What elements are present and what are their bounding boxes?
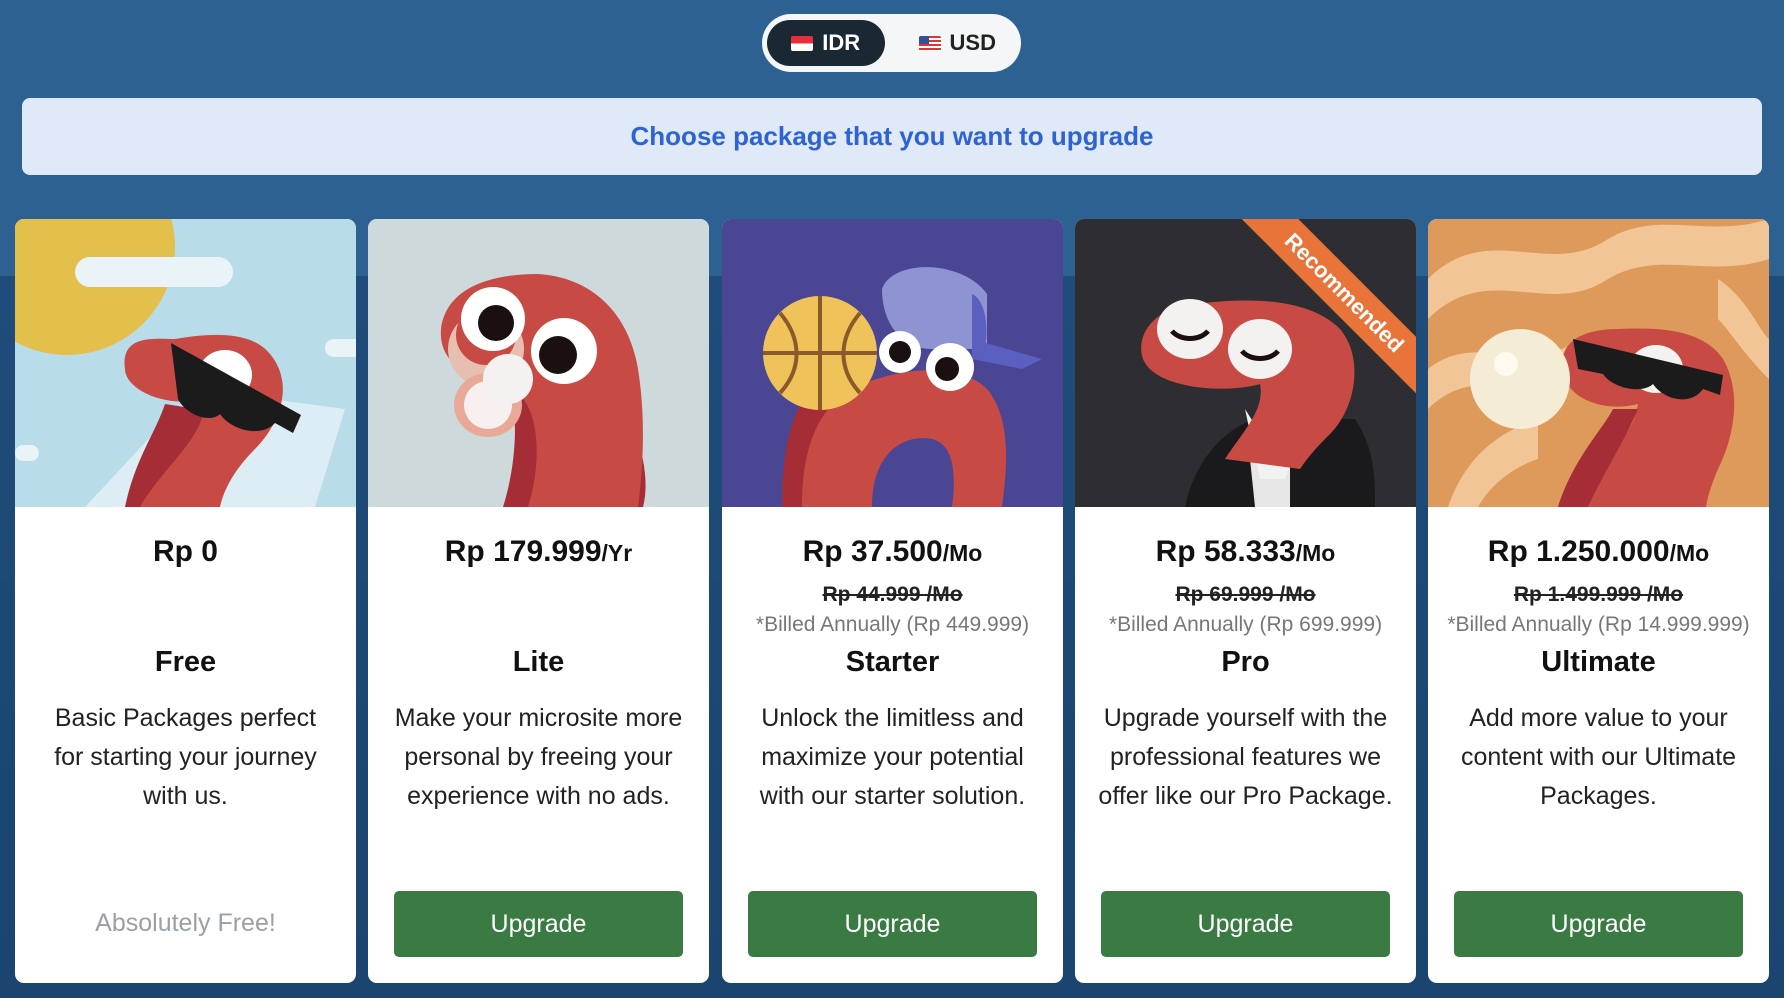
- plan-description: Unlock the limitless and maximize your p…: [759, 704, 1026, 810]
- plan-cards: Rp 0 Free Basic Packages perfect for sta…: [15, 219, 1769, 983]
- price-amount: Rp 1.250.000: [1487, 535, 1670, 568]
- price-unit: /Mo: [942, 540, 983, 566]
- free-note: Absolutely Free!: [95, 909, 276, 937]
- plan-card-lite: Rp 179.999/Yr Lite Make your microsite m…: [368, 219, 709, 983]
- currency-toggle: IDR USD: [762, 14, 1021, 72]
- plan-price: Rp 37.500/Mo: [722, 535, 1063, 569]
- snake-sunglasses-illustration: [15, 219, 356, 507]
- billing-note: *Billed Annually (Rp 449.999): [755, 613, 1030, 636]
- snake-pacifier-illustration: [368, 219, 709, 507]
- upgrade-button-starter[interactable]: Upgrade: [748, 891, 1037, 957]
- plan-description: Upgrade yourself with the professional f…: [1098, 704, 1393, 810]
- plan-name: Lite: [512, 646, 565, 678]
- original-price: Rp 69.999 /Mo: [1175, 583, 1316, 606]
- price-unit: /Yr: [601, 540, 633, 566]
- plan-name: Free: [154, 646, 217, 678]
- snake-basketball-illustration: [722, 219, 1063, 507]
- upgrade-button-ultimate[interactable]: Upgrade: [1454, 891, 1743, 957]
- currency-label: USD: [949, 30, 996, 55]
- banner-text: Choose package that you want to upgrade: [630, 121, 1154, 151]
- original-price: Rp 44.999 /Mo: [822, 583, 963, 606]
- plan-card-pro: Recommended Rp 58.333/Mo Rp 69.999 /Mo *…: [1075, 219, 1416, 983]
- plan-name: Starter: [845, 646, 940, 678]
- original-price: Rp 1.499.999 /Mo: [1513, 583, 1684, 606]
- price-amount: Rp 58.333: [1155, 535, 1296, 568]
- price-amount: Rp 0: [152, 535, 218, 568]
- plan-price: Rp 1.250.000/Mo: [1428, 535, 1769, 569]
- currency-label: IDR: [822, 30, 861, 55]
- upgrade-button-lite[interactable]: Upgrade: [394, 891, 683, 957]
- us-flag-icon: [918, 35, 941, 51]
- plan-price: Rp 179.999/Yr: [368, 535, 709, 569]
- price-unit: /Mo: [1295, 540, 1336, 566]
- snake-tuxedo-illustration: Recommended: [1075, 219, 1416, 507]
- plan-description: Basic Packages perfect for starting your…: [54, 704, 317, 810]
- currency-option-idr[interactable]: IDR: [767, 20, 885, 66]
- billing-note: *Billed Annually (Rp 699.999): [1108, 613, 1383, 636]
- plan-card-ultimate: Rp 1.250.000/Mo Rp 1.499.999 /Mo *Billed…: [1428, 219, 1769, 983]
- snake-pearl-illustration: [1428, 219, 1769, 507]
- price-amount: Rp 37.500: [802, 535, 943, 568]
- plan-name: Pro: [1221, 646, 1270, 678]
- choose-package-banner: Choose package that you want to upgrade: [22, 98, 1762, 175]
- plan-name: Ultimate: [1541, 646, 1656, 678]
- billing-note: *Billed Annually (Rp 14.999.999): [1447, 613, 1750, 636]
- upgrade-button-pro[interactable]: Upgrade: [1101, 891, 1390, 957]
- currency-option-usd[interactable]: USD: [899, 20, 1017, 66]
- plan-description: Make your microsite more personal by fre…: [394, 704, 683, 810]
- plan-price: Rp 0: [15, 535, 356, 569]
- plan-price: Rp 58.333/Mo: [1075, 535, 1416, 569]
- plan-card-free: Rp 0 Free Basic Packages perfect for sta…: [15, 219, 356, 983]
- plan-card-starter: Rp 37.500/Mo Rp 44.999 /Mo *Billed Annua…: [722, 219, 1063, 983]
- price-amount: Rp 179.999: [444, 535, 602, 568]
- indonesia-flag-icon: [791, 35, 814, 51]
- plan-description: Add more value to your content with our …: [1460, 704, 1737, 810]
- price-unit: /Mo: [1669, 540, 1710, 566]
